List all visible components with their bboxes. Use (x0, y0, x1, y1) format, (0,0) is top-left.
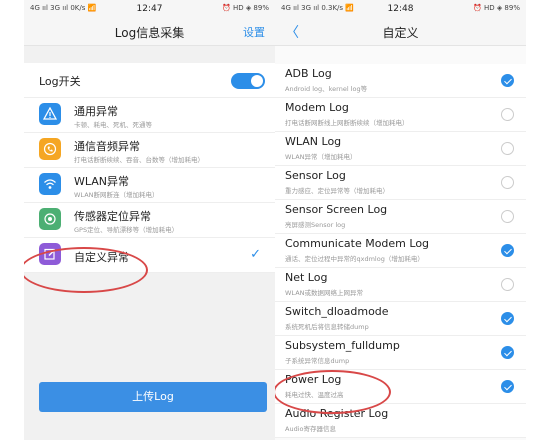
title-bar: Log信息采集 设置 (24, 16, 275, 46)
list-item-modem-log[interactable]: Modem Log 打电话断网断线上网断断续续（增加耗电） (275, 98, 526, 132)
item-desc: 打电话断断续续、吞音、台数等（增加耗电） (74, 156, 204, 164)
item-name: Net Log (285, 271, 328, 284)
item-name: 自定义异常 (74, 251, 129, 264)
item-desc: WLAN断网断连（增加耗电） (74, 191, 159, 199)
status-icons: ⏰ HD ◈ 89% (473, 4, 520, 12)
list-item-sensor-screen-log[interactable]: Sensor Screen Log 亮屏感测Sensor log (275, 200, 526, 234)
wifi-icon (39, 173, 61, 195)
item-name: Sensor Screen Log (285, 203, 388, 216)
phone-icon (39, 138, 61, 160)
status-icons: ⏰ HD ◈ 89% (222, 4, 269, 12)
log-category-list: 通用异常 卡顿、耗电、死机、死通等 通信音频异常 打电话断断续续、吞音、台数等（… (24, 98, 275, 273)
checkbox-unchecked[interactable] (501, 108, 514, 121)
checkbox-unchecked[interactable] (501, 142, 514, 155)
settings-button[interactable]: 设置 (243, 24, 265, 40)
log-toggle[interactable] (231, 73, 265, 89)
item-desc: Android log、kernel log等 (285, 85, 368, 93)
item-desc: WLAN或数据网络上网异常 (285, 289, 364, 297)
checkbox-checked[interactable] (501, 380, 514, 393)
list-item-wlan-log[interactable]: WLAN Log WLAN异常（增加耗电） (275, 132, 526, 166)
status-bar: 4G ııl 3G ııl 0K/s 📶 12:47 ⏰ HD ◈ 89% (24, 0, 275, 16)
item-name: 通用异常 (74, 105, 118, 118)
item-name: WLAN Log (285, 135, 342, 148)
list-item-audio-register-log[interactable]: Audio Register Log Audio寄存器信息 (275, 404, 526, 438)
item-desc: 亮屏感测Sensor log (285, 221, 346, 229)
item-desc: 打电话断网断线上网断断续续（增加耗电） (285, 119, 409, 127)
item-name: Sensor Log (285, 169, 346, 182)
location-icon (39, 208, 61, 230)
item-desc: 通话、定位过程中异常的qxdmlog（增加耗电） (285, 255, 424, 263)
item-name: Audio Register Log (285, 407, 389, 420)
toggle-knob (251, 75, 263, 87)
list-item-net-log[interactable]: Net Log WLAN或数据网络上网异常 (275, 268, 526, 302)
item-name: Subsystem_fulldump (285, 339, 400, 352)
title-bar: 〈 自定义 (275, 16, 526, 46)
right-screen: 4G ııl 3G ııl 0.3K/s 📶 12:48 ⏰ HD ◈ 89% … (275, 0, 526, 440)
item-desc: WLAN异常（增加耗电） (285, 153, 357, 161)
item-name: Modem Log (285, 101, 349, 114)
item-desc: 耗电过快、温度过高 (285, 391, 344, 399)
item-name: Switch_dloadmode (285, 305, 389, 318)
item-desc: GPS定位、导航漂移等（增加耗电） (74, 226, 179, 234)
list-item-audio[interactable]: 通信音频异常 打电话断断续续、吞音、台数等（增加耗电） (24, 133, 275, 168)
item-desc: Audio寄存器信息 (285, 425, 336, 433)
item-name: 通信音频异常 (74, 140, 140, 153)
list-item-power-log[interactable]: Power Log 耗电过快、温度过高 (275, 370, 526, 404)
item-name: Power Log (285, 373, 342, 386)
checkbox-unchecked[interactable] (501, 210, 514, 223)
checkbox-unchecked[interactable] (501, 176, 514, 189)
list-item-switch-dloadmode[interactable]: Switch_dloadmode 系统死机后将信息转储dump (275, 302, 526, 336)
list-item-subsystem-fulldump[interactable]: Subsystem_fulldump 子系统异常信息dump (275, 336, 526, 370)
checkmark-icon: ✓ (250, 247, 261, 262)
list-item-adb-log[interactable]: ADB Log Android log、kernel log等 (275, 64, 526, 98)
page-title: Log信息采集 (114, 26, 185, 40)
page-title: 自定义 (382, 26, 419, 40)
item-desc: 系统死机后将信息转储dump (285, 323, 369, 331)
checkbox-unchecked[interactable] (501, 278, 514, 291)
item-name: Communicate Modem Log (285, 237, 430, 250)
custom-log-list: ADB Log Android log、kernel log等 Modem Lo… (275, 64, 526, 438)
checkbox-checked[interactable] (501, 74, 514, 87)
log-switch-row[interactable]: Log开关 (24, 63, 275, 98)
checkbox-checked[interactable] (501, 244, 514, 257)
list-item-general[interactable]: 通用异常 卡顿、耗电、死机、死通等 (24, 98, 275, 133)
item-name: WLAN异常 (74, 175, 130, 188)
checkbox-checked[interactable] (501, 346, 514, 359)
edit-icon (39, 243, 61, 265)
list-item-communicate-modem-log[interactable]: Communicate Modem Log 通话、定位过程中异常的qxdmlog… (275, 234, 526, 268)
warning-icon (39, 103, 61, 125)
item-desc: 重力感应、定位异常等（增加耗电） (285, 187, 389, 195)
status-bar: 4G ııl 3G ııl 0.3K/s 📶 12:48 ⏰ HD ◈ 89% (275, 0, 526, 16)
list-item-sensor[interactable]: 传感器定位异常 GPS定位、导航漂移等（增加耗电） (24, 203, 275, 238)
list-item-custom[interactable]: 自定义异常 ✓ (24, 238, 275, 273)
list-item-wlan[interactable]: WLAN异常 WLAN断网断连（增加耗电） (24, 168, 275, 203)
checkbox-checked[interactable] (501, 312, 514, 325)
upload-log-button[interactable]: 上传Log (39, 382, 267, 412)
left-screen: 4G ııl 3G ııl 0K/s 📶 12:47 ⏰ HD ◈ 89% Lo… (24, 0, 275, 440)
item-name: ADB Log (285, 67, 332, 80)
item-desc: 卡顿、耗电、死机、死通等 (74, 121, 152, 129)
log-switch-label: Log开关 (39, 75, 81, 88)
list-item-sensor-log[interactable]: Sensor Log 重力感应、定位异常等（增加耗电） (275, 166, 526, 200)
item-name: 传感器定位异常 (74, 210, 151, 223)
item-desc: 子系统异常信息dump (285, 357, 350, 365)
